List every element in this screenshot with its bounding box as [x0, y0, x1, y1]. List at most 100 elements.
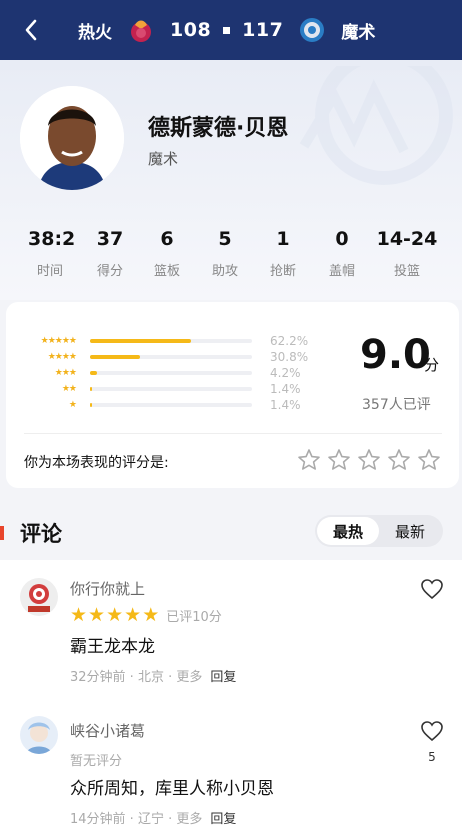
filled-star-icon: ★: [70, 604, 88, 626]
rate-star-2-icon[interactable]: [324, 447, 354, 473]
stat-value: 37: [96, 228, 124, 250]
rated-text: 已评10分: [166, 609, 222, 625]
stat-field-goals: 14-24 投篮: [374, 228, 440, 279]
user-avatar[interactable]: [20, 578, 58, 616]
heat-logo-icon: [126, 15, 156, 45]
comment-rating: ★ ★ ★ ★ ★ 已评10分: [70, 604, 222, 626]
stat-label: 时间: [36, 264, 63, 279]
rating-row-4-star: ★★★★ 30.8%: [24, 350, 308, 364]
stat-label: 投篮: [393, 264, 420, 279]
comment-body: 众所周知，库里人称小贝恩: [70, 779, 274, 799]
rating-percent: 30.8%: [270, 350, 309, 364]
stat-steals: 1 抢断: [261, 228, 305, 279]
comments-title: 评论: [20, 522, 62, 546]
rate-star-3-icon[interactable]: [354, 447, 384, 473]
sort-hot-button[interactable]: 最热: [317, 517, 379, 545]
like-button[interactable]: [420, 578, 444, 604]
filled-star-icon: ★: [124, 604, 142, 626]
stat-value: 5: [218, 228, 232, 250]
rating-row-1-star: ★ 1.4%: [24, 398, 301, 412]
stat-points: 37 得分: [88, 228, 132, 279]
stat-value: 14-24: [376, 228, 438, 250]
scoreboard: 热火 108 117 魔术: [78, 14, 375, 46]
star-group-icon: ★★: [61, 384, 77, 394]
like-button[interactable]: 5: [420, 720, 444, 764]
filled-star-icon: ★: [88, 604, 106, 626]
player-avatar[interactable]: [20, 86, 124, 190]
rating-bar-fill: [90, 387, 93, 391]
sort-new-button[interactable]: 最新: [379, 517, 441, 545]
rate-star-5-icon[interactable]: [414, 447, 444, 473]
stat-label: 盖帽: [328, 264, 355, 279]
more-link[interactable]: 更多: [176, 812, 202, 827]
comment-sort-toggle: 最热 最新: [315, 515, 443, 547]
stat-value: 6: [160, 228, 174, 250]
home-score: 108: [170, 19, 212, 41]
rating-bar: [90, 387, 252, 391]
comment-location: 辽宁: [137, 812, 164, 827]
reply-button[interactable]: 回复: [210, 812, 236, 827]
my-rating-stars[interactable]: [294, 447, 444, 473]
rating-bar-fill: [90, 339, 191, 343]
stat-label: 助攻: [211, 264, 238, 279]
rating-percent: 1.4%: [270, 398, 301, 412]
heart-icon: [421, 579, 443, 600]
comment-time: 32分钟前: [70, 670, 126, 685]
stat-value: 0: [335, 228, 349, 250]
star-group-icon: ★★★★★: [40, 336, 77, 346]
home-team-name: 热火: [78, 22, 112, 43]
more-link[interactable]: 更多: [176, 670, 202, 685]
stat-label: 抢断: [269, 264, 296, 279]
stat-assists: 5 助攻: [203, 228, 247, 279]
away-team-name: 魔术: [341, 22, 376, 43]
comment-meta: 14分钟前 · 辽宁 · 更多 回复: [70, 812, 237, 827]
stat-blocks: 0 盖帽: [320, 228, 364, 279]
rated-count: 357人已评: [362, 397, 431, 413]
section-accent: [0, 526, 4, 540]
filled-star-icon: ★: [142, 604, 160, 626]
comment-meta: 32分钟前 · 北京 · 更多 回复: [70, 670, 237, 685]
rating-bar: [90, 355, 252, 359]
rating-bar: [90, 403, 252, 407]
comment-username[interactable]: 你行你就上: [70, 578, 145, 599]
player-name: 德斯蒙德·贝恩: [148, 116, 289, 141]
rating-percent: 62.2%: [270, 334, 309, 348]
reply-button[interactable]: 回复: [210, 670, 236, 685]
stat-label: 篮板: [153, 264, 180, 279]
divider: [24, 433, 442, 434]
rating-bar: [90, 339, 252, 343]
comment-location: 北京: [137, 670, 164, 685]
comment-time: 14分钟前: [70, 812, 126, 827]
average-score: 9.0: [360, 332, 431, 378]
star-group-icon: ★: [68, 400, 77, 410]
player-team: 魔术: [148, 150, 179, 168]
rating-bar-fill: [90, 355, 140, 359]
star-group-icon: ★★★★: [47, 352, 77, 362]
away-score: 117: [242, 19, 284, 41]
star-group-icon: ★★★: [54, 368, 77, 378]
rated-text: 暂无评分: [70, 754, 123, 769]
rating-row-5-star: ★★★★★ 62.2%: [24, 334, 308, 348]
magic-logo-icon: [297, 15, 327, 45]
rate-star-4-icon[interactable]: [384, 447, 414, 473]
comment-username[interactable]: 峡谷小诸葛: [70, 720, 145, 741]
comments-header: 评论 最热 最新: [0, 512, 462, 552]
player-summary: 德斯蒙德·贝恩 魔术 38:2 时间 37 得分 6 篮板 5 助攻 1 抢断 …: [0, 60, 462, 300]
game-header: 热火 108 117 魔术: [0, 0, 462, 60]
back-chevron-icon[interactable]: [18, 17, 44, 43]
rating-bar-fill: [90, 403, 93, 407]
user-avatar[interactable]: [20, 716, 58, 754]
rating-percent: 4.2%: [270, 366, 301, 380]
stat-label: 得分: [96, 264, 123, 279]
like-count: 5: [428, 750, 436, 764]
my-rating-label: 你为本场表现的评分是:: [24, 455, 169, 471]
rate-star-1-icon[interactable]: [294, 447, 324, 473]
rating-card: ★★★★★ 62.2% ★★★★ 30.8% ★★★ 4.2% ★★ 1.4% ★ 1.4% 9.…: [6, 302, 459, 488]
magic-watermark-icon: [274, 60, 454, 190]
rating-row-3-star: ★★★ 4.2%: [24, 366, 301, 380]
rating-bar-fill: [90, 371, 97, 375]
score-unit: 分: [424, 356, 440, 374]
stat-minutes: 38:2 时间: [28, 228, 75, 279]
rating-bar: [90, 371, 252, 375]
stat-rebounds: 6 篮板: [145, 228, 189, 279]
